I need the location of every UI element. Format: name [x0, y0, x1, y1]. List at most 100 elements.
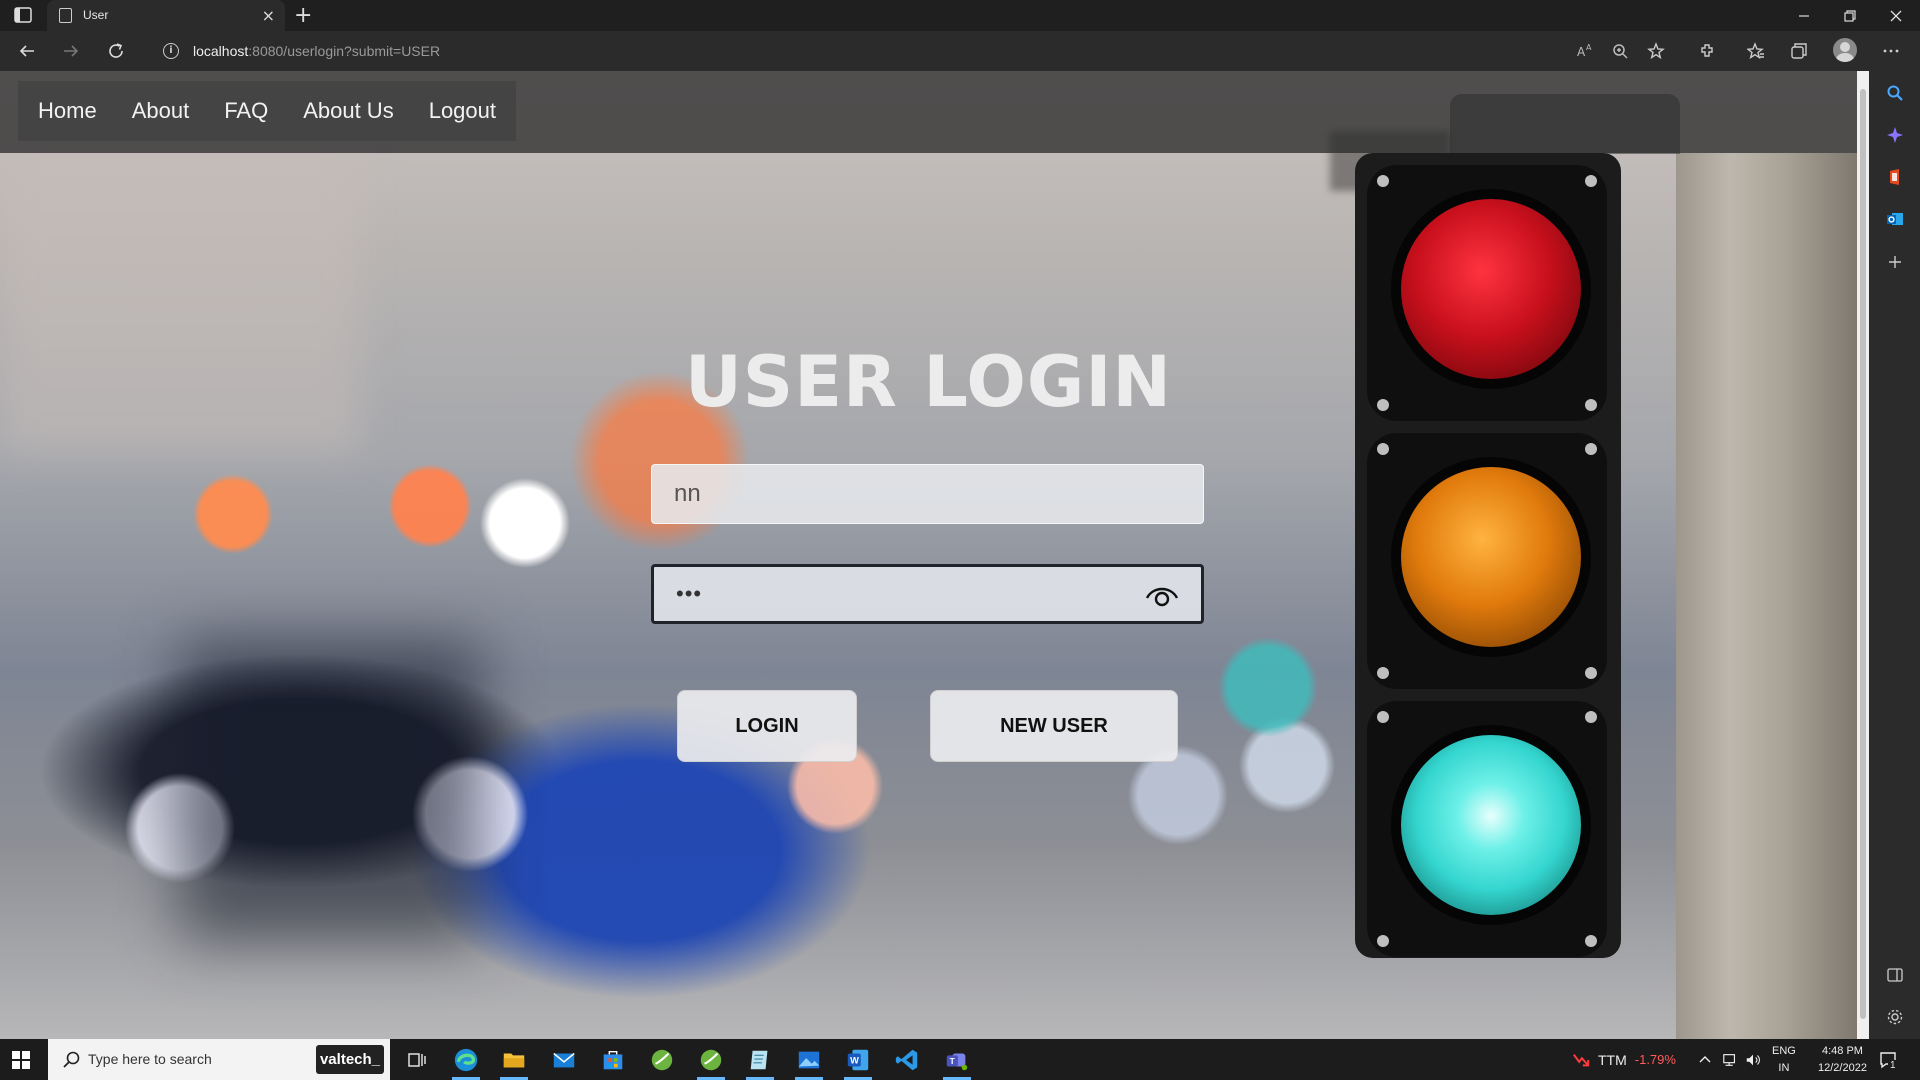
nav-link-logout[interactable]: Logout — [429, 98, 496, 124]
screw — [1377, 443, 1389, 455]
sidebar-office-icon[interactable] — [1884, 166, 1906, 188]
nav-link-about-us[interactable]: About Us — [303, 98, 394, 124]
clock-date: 12/2/2022 — [1818, 1061, 1867, 1074]
read-aloud-icon[interactable]: AA — [1572, 39, 1598, 63]
green-light-icon — [1391, 725, 1591, 925]
photos-icon[interactable] — [795, 1046, 823, 1074]
favorite-add-icon[interactable] — [1643, 39, 1669, 63]
spring-tool-icon[interactable] — [648, 1046, 676, 1074]
screw — [1585, 443, 1597, 455]
page-title: USER LOGIN — [684, 341, 1173, 423]
url-text[interactable]: localhost:8080/userlogin?submit=USER — [193, 43, 440, 59]
stock-change: -1.79% — [1634, 1052, 1676, 1067]
profile-avatar-icon[interactable] — [1833, 38, 1857, 62]
svg-text:T: T — [950, 1056, 955, 1066]
nav-link-home[interactable]: Home — [38, 98, 97, 124]
login-button[interactable]: LOGIN — [677, 690, 857, 762]
sidebar-outlook-icon[interactable] — [1884, 208, 1906, 230]
search-brand-badge[interactable]: valtech_ — [316, 1045, 384, 1074]
login-page: Home About FAQ About Us Logout USER LOGI… — [0, 71, 1857, 1039]
screw — [1377, 711, 1389, 723]
mail-icon[interactable] — [550, 1046, 578, 1074]
language-indicator[interactable]: ENG IN — [1772, 1039, 1796, 1080]
stock-down-icon — [1573, 1053, 1590, 1066]
windows-taskbar: Type here to search valtech_ W T TTM -1.… — [0, 1039, 1920, 1080]
extensions-icon[interactable] — [1694, 39, 1720, 63]
reload-icon[interactable] — [103, 39, 129, 63]
address-bar[interactable]: i localhost:8080/userlogin?submit=USER — [147, 35, 1677, 67]
page-favicon-icon — [59, 8, 72, 23]
notifications-icon[interactable]: 1 — [1878, 1039, 1898, 1080]
screw — [1377, 175, 1389, 187]
task-view-icon[interactable] — [403, 1046, 431, 1074]
password-field[interactable] — [651, 564, 1204, 624]
network-icon[interactable] — [1722, 1039, 1738, 1080]
sidebar-add-icon[interactable] — [1884, 251, 1906, 273]
stock-name: TTM — [1598, 1051, 1627, 1068]
stock-widget[interactable]: TTM -1.79% — [1572, 1039, 1676, 1080]
window-close-icon[interactable] — [1873, 0, 1919, 31]
nav-link-about[interactable]: About — [132, 98, 190, 124]
scrollbar-thumb[interactable] — [1860, 89, 1866, 1019]
show-password-icon[interactable] — [1145, 582, 1179, 610]
screw — [1585, 711, 1597, 723]
password-input[interactable] — [654, 567, 1201, 621]
browser-tab[interactable]: User × — [47, 0, 285, 31]
notepad-icon[interactable] — [746, 1046, 774, 1074]
tab-close-icon[interactable]: × — [262, 6, 275, 25]
site-info-icon[interactable]: i — [163, 43, 179, 59]
amber-light-icon — [1391, 457, 1591, 657]
windows-start-icon[interactable] — [11, 1050, 31, 1070]
vscode-icon[interactable] — [893, 1046, 921, 1074]
amber-lamp-housing — [1367, 433, 1607, 689]
search-placeholder: Type here to search — [88, 1051, 212, 1067]
page-scrollbar[interactable] — [1857, 71, 1869, 1039]
sidebar-search-icon[interactable] — [1884, 82, 1906, 104]
notification-count: 1 — [1888, 1060, 1898, 1071]
screw — [1585, 175, 1597, 187]
lang-bottom: IN — [1778, 1061, 1790, 1074]
zoom-icon[interactable] — [1607, 39, 1633, 63]
forward-icon[interactable] — [58, 39, 84, 63]
back-icon[interactable] — [14, 39, 40, 63]
sidebar-discover-icon[interactable] — [1884, 124, 1906, 146]
screw — [1377, 667, 1389, 679]
search-icon — [62, 1050, 82, 1070]
teams-icon[interactable]: T — [943, 1046, 971, 1074]
spring-tool-2-icon[interactable] — [697, 1046, 725, 1074]
svg-text:A: A — [1577, 45, 1586, 59]
lang-top: ENG — [1772, 1044, 1796, 1057]
file-explorer-icon[interactable] — [500, 1046, 528, 1074]
more-menu-icon[interactable] — [1878, 39, 1904, 63]
nav-link-faq[interactable]: FAQ — [224, 98, 268, 124]
edge-app-icon[interactable] — [452, 1046, 480, 1074]
sidebar-settings-icon[interactable] — [1884, 1006, 1906, 1028]
tab-title: User — [83, 8, 109, 22]
clock-time: 4:48 PM — [1821, 1044, 1863, 1057]
edge-sidebar — [1869, 71, 1920, 1039]
new-tab-icon[interactable]: + — [294, 3, 312, 28]
tab-actions-icon[interactable] — [14, 7, 32, 23]
favorites-icon[interactable] — [1743, 39, 1769, 63]
screw — [1377, 935, 1389, 947]
restore-icon[interactable] — [1827, 0, 1873, 31]
traffic-pole — [1676, 153, 1857, 1039]
traffic-light — [1355, 153, 1621, 958]
svg-text:A: A — [1586, 43, 1592, 52]
username-field[interactable] — [651, 464, 1204, 524]
volume-icon[interactable] — [1745, 1039, 1761, 1080]
background-bus — [180, 641, 480, 941]
sidebar-hide-icon[interactable] — [1884, 964, 1906, 986]
minimize-icon[interactable] — [1781, 0, 1827, 31]
store-icon[interactable] — [599, 1046, 627, 1074]
word-icon[interactable]: W — [844, 1046, 872, 1074]
svg-text:W: W — [850, 1056, 859, 1066]
new-user-button[interactable]: NEW USER — [930, 690, 1178, 762]
screw — [1585, 935, 1597, 947]
collections-icon[interactable] — [1786, 39, 1812, 63]
taskbar-search[interactable]: Type here to search valtech_ — [48, 1039, 390, 1080]
browser-titlebar: User × + — [0, 0, 1920, 31]
tray-chevron-icon[interactable] — [1698, 1039, 1712, 1080]
clock[interactable]: 4:48 PM 12/2/2022 — [1818, 1039, 1867, 1080]
username-input[interactable] — [652, 465, 1203, 523]
